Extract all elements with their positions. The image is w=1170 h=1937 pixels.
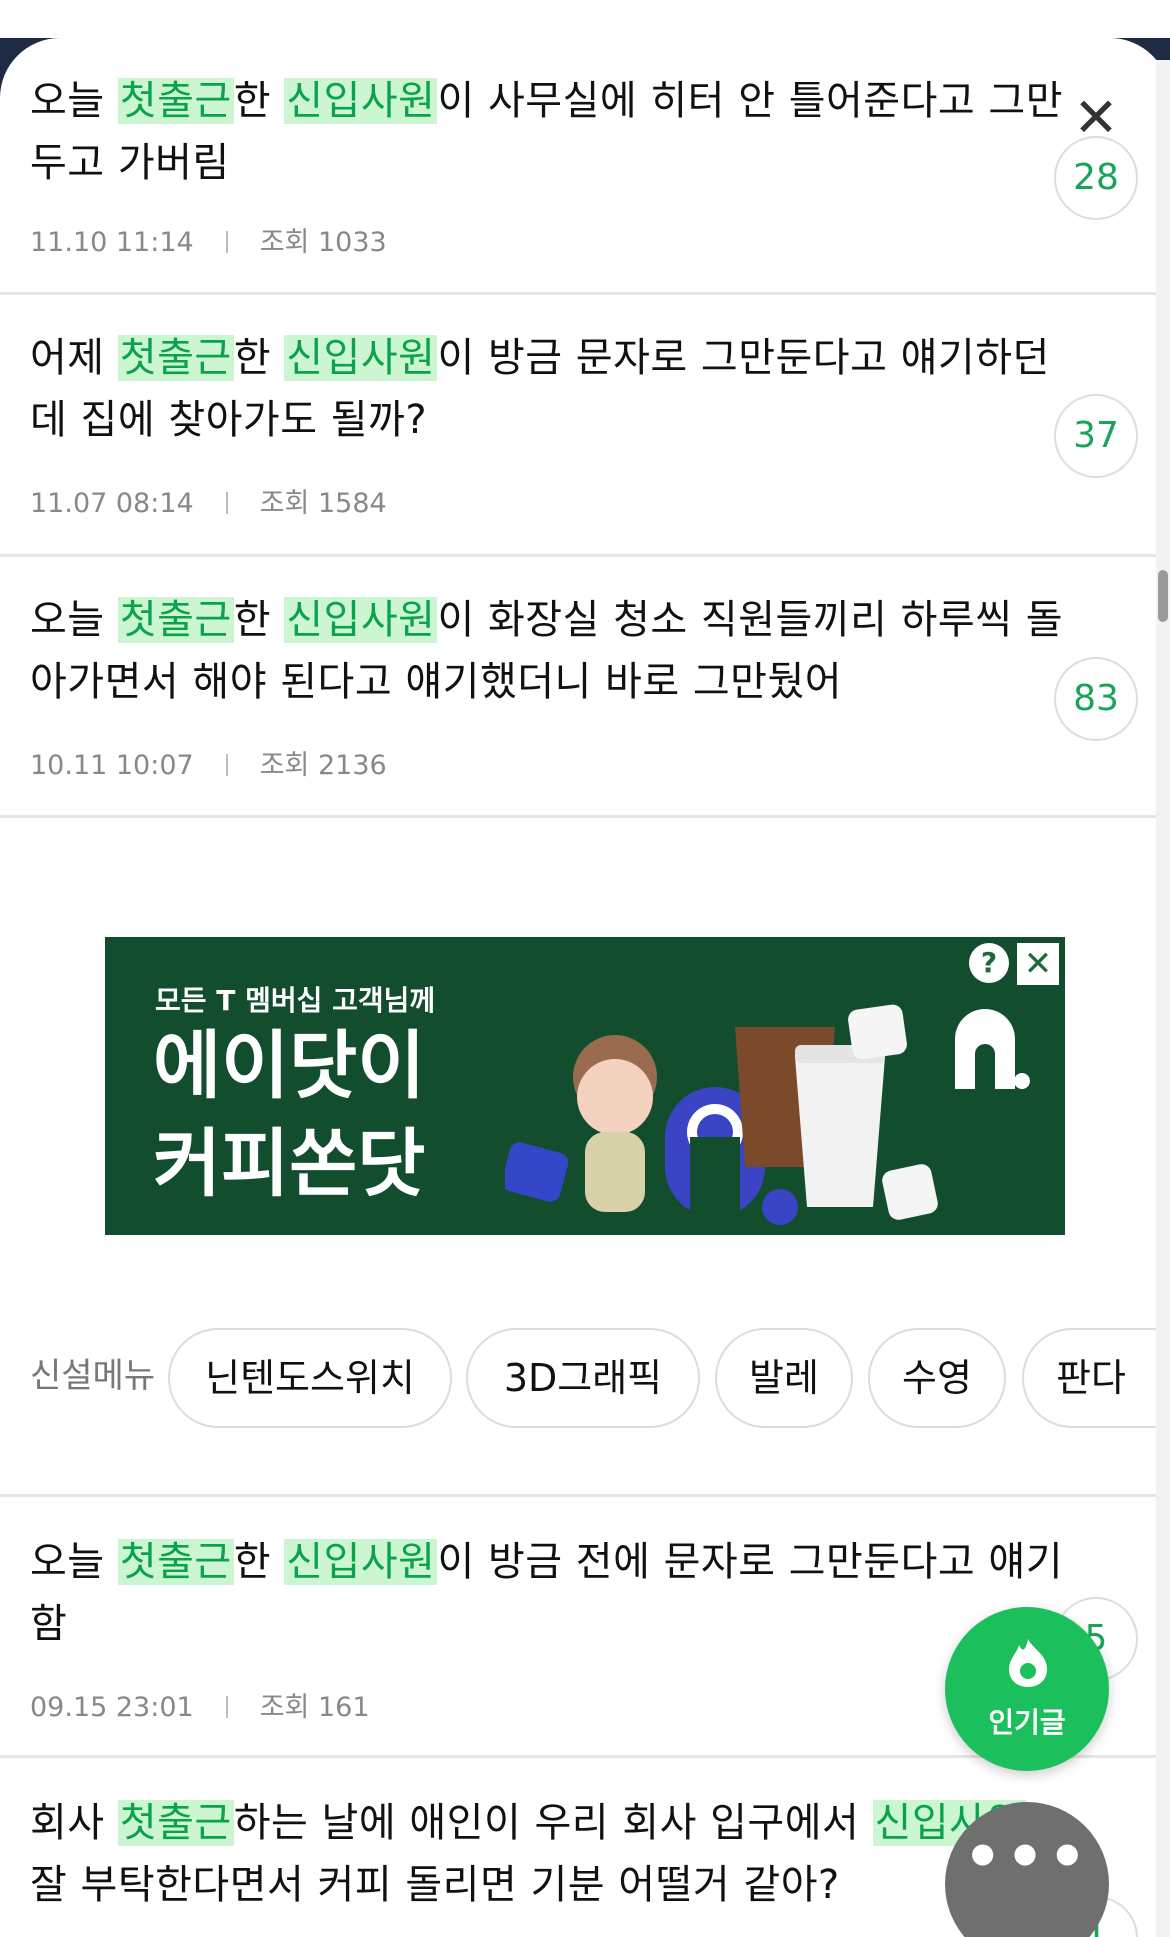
post-title[interactable]: 오늘 첫출근한 신입사원이 화장실 청소 직원들끼리 하루씩 돌 아가면서 해야… <box>30 589 1120 713</box>
scrollbar-thumb[interactable] <box>1158 570 1168 622</box>
post-meta: 09.15 23:01 조회 161 <box>30 1685 370 1724</box>
scrollbar[interactable] <box>1156 60 1170 1937</box>
comment-count[interactable]: 83 <box>1054 657 1138 741</box>
views-count: 1033 <box>317 227 387 258</box>
title-text: 오늘 <box>30 1539 118 1585</box>
title-text: 아가면서 해야 된다고 얘기했더니 바로 그만뒀어 <box>30 659 843 705</box>
post-date: 11.07 08:14 <box>30 488 194 519</box>
list-item[interactable]: 오늘 첫출근한 신입사원이 사무실에 히터 안 틀어준다고 그만 두고 가버림 … <box>0 38 1156 295</box>
meta-divider <box>225 231 228 253</box>
flame-icon <box>1009 1639 1047 1687</box>
title-text: 이 사무실에 히터 안 틀어준다고 그만 <box>437 78 1064 124</box>
post-meta: 10.11 10:07 조회 2136 <box>30 743 387 782</box>
title-text: 한 <box>233 597 285 643</box>
views-label: 조회 <box>259 1692 310 1723</box>
views-count: 1584 <box>317 488 387 519</box>
new-menu-label: 신설메뉴 <box>30 1356 156 1396</box>
menu-chip[interactable]: 발레 <box>715 1328 853 1428</box>
ad-info-icon[interactable]: ? <box>969 943 1009 983</box>
title-text: 하는 날에 애인이 우리 회사 입구에서 <box>233 1800 873 1846</box>
ad-illustration <box>505 1004 938 1225</box>
title-text: 두고 가버림 <box>30 140 230 186</box>
title-text: 한 <box>233 335 285 381</box>
title-text: 데 집에 찾아가도 될까? <box>30 397 428 443</box>
post-date: 11.10 11:14 <box>30 227 194 258</box>
title-text: 이 방금 문자로 그만둔다고 얘기하던 <box>437 335 1050 381</box>
more-dots-icon[interactable]: ••• <box>945 1802 1109 1937</box>
ad-close-icon[interactable]: ✕ <box>1017 943 1059 985</box>
post-date: 10.11 10:07 <box>30 750 194 781</box>
title-highlight: 신입사원 <box>284 597 438 643</box>
popular-posts-button[interactable]: 인기글 <box>945 1607 1109 1771</box>
meta-divider <box>225 1696 228 1718</box>
post-title[interactable]: 어제 첫출근한 신입사원이 방금 문자로 그만둔다고 얘기하던 데 집에 찾아가… <box>30 327 1120 451</box>
new-menu-row: 신설메뉴 닌텐도스위치 3D그래픽 발레 수영 판다 <box>0 1318 1156 1428</box>
ad-headline-line: 커피쏜닷 <box>153 1121 426 1207</box>
post-date: 09.15 23:01 <box>30 1692 194 1723</box>
title-text: 어제 <box>30 335 118 381</box>
post-meta: 11.07 08:14 조회 1584 <box>30 481 387 520</box>
views-count: 2136 <box>317 750 387 781</box>
title-highlight: 첫출근 <box>117 1539 234 1585</box>
title-highlight: 첫출근 <box>117 78 234 124</box>
title-highlight: 첫출근 <box>117 1800 234 1846</box>
ad-subtitle: 모든 T 멤버십 고객님께 <box>155 984 436 1017</box>
menu-chip[interactable]: 닌텐도스위치 <box>168 1328 452 1428</box>
popular-label: 인기글 <box>988 1706 1066 1739</box>
title-text: 이 방금 전에 문자로 그만둔다고 얘기 <box>437 1539 1064 1585</box>
title-highlight: 신입사원 <box>284 335 438 381</box>
post-title[interactable]: 오늘 첫출근한 신입사원이 방금 전에 문자로 그만둔다고 얘기 함 <box>30 1531 1120 1655</box>
title-text: 오늘 <box>30 597 118 643</box>
top-strip <box>0 0 1170 40</box>
title-highlight: 첫출근 <box>117 597 234 643</box>
close-icon[interactable]: ✕ <box>1068 90 1124 146</box>
list-item[interactable]: 오늘 첫출근한 신입사원이 화장실 청소 직원들끼리 하루씩 돌 아가면서 해야… <box>0 557 1156 818</box>
title-text: 한 <box>233 78 285 124</box>
list-item[interactable]: 어제 첫출근한 신입사원이 방금 문자로 그만둔다고 얘기하던 데 집에 찾아가… <box>0 295 1156 557</box>
comment-count[interactable]: 37 <box>1054 394 1138 478</box>
views-count: 161 <box>317 1692 370 1723</box>
title-highlight: 첫출근 <box>117 335 234 381</box>
views-label: 조회 <box>259 750 310 781</box>
title-highlight: 신입사원 <box>284 78 438 124</box>
post-title[interactable]: 오늘 첫출근한 신입사원이 사무실에 히터 안 틀어준다고 그만 두고 가버림 <box>30 70 1120 194</box>
title-text: 회사 <box>30 1800 118 1846</box>
title-text: 이 화장실 청소 직원들끼리 하루씩 돌 <box>437 597 1064 643</box>
meta-divider <box>225 492 228 514</box>
aidot-logo <box>955 1009 1030 1089</box>
ad-headline: 에이닷이 커피쏜닷 <box>153 1017 425 1213</box>
title-text: 오늘 <box>30 78 118 124</box>
post-meta: 11.10 11:14 조회 1033 <box>30 220 387 259</box>
menu-chip[interactable]: 수영 <box>868 1328 1006 1428</box>
ad-headline-line: 에이닷이 <box>153 1023 426 1109</box>
menu-chip[interactable]: 판다 <box>1022 1328 1156 1428</box>
title-text: 한 <box>233 1539 285 1585</box>
title-highlight: 신입사원 <box>284 1539 438 1585</box>
menu-chip[interactable]: 3D그래픽 <box>466 1328 700 1428</box>
views-label: 조회 <box>259 488 310 519</box>
meta-divider <box>225 754 228 776</box>
views-label: 조회 <box>259 227 310 258</box>
ad-banner[interactable]: 모든 T 멤버십 고객님께 에이닷이 커피쏜닷 ? ✕ <box>105 937 1065 1235</box>
